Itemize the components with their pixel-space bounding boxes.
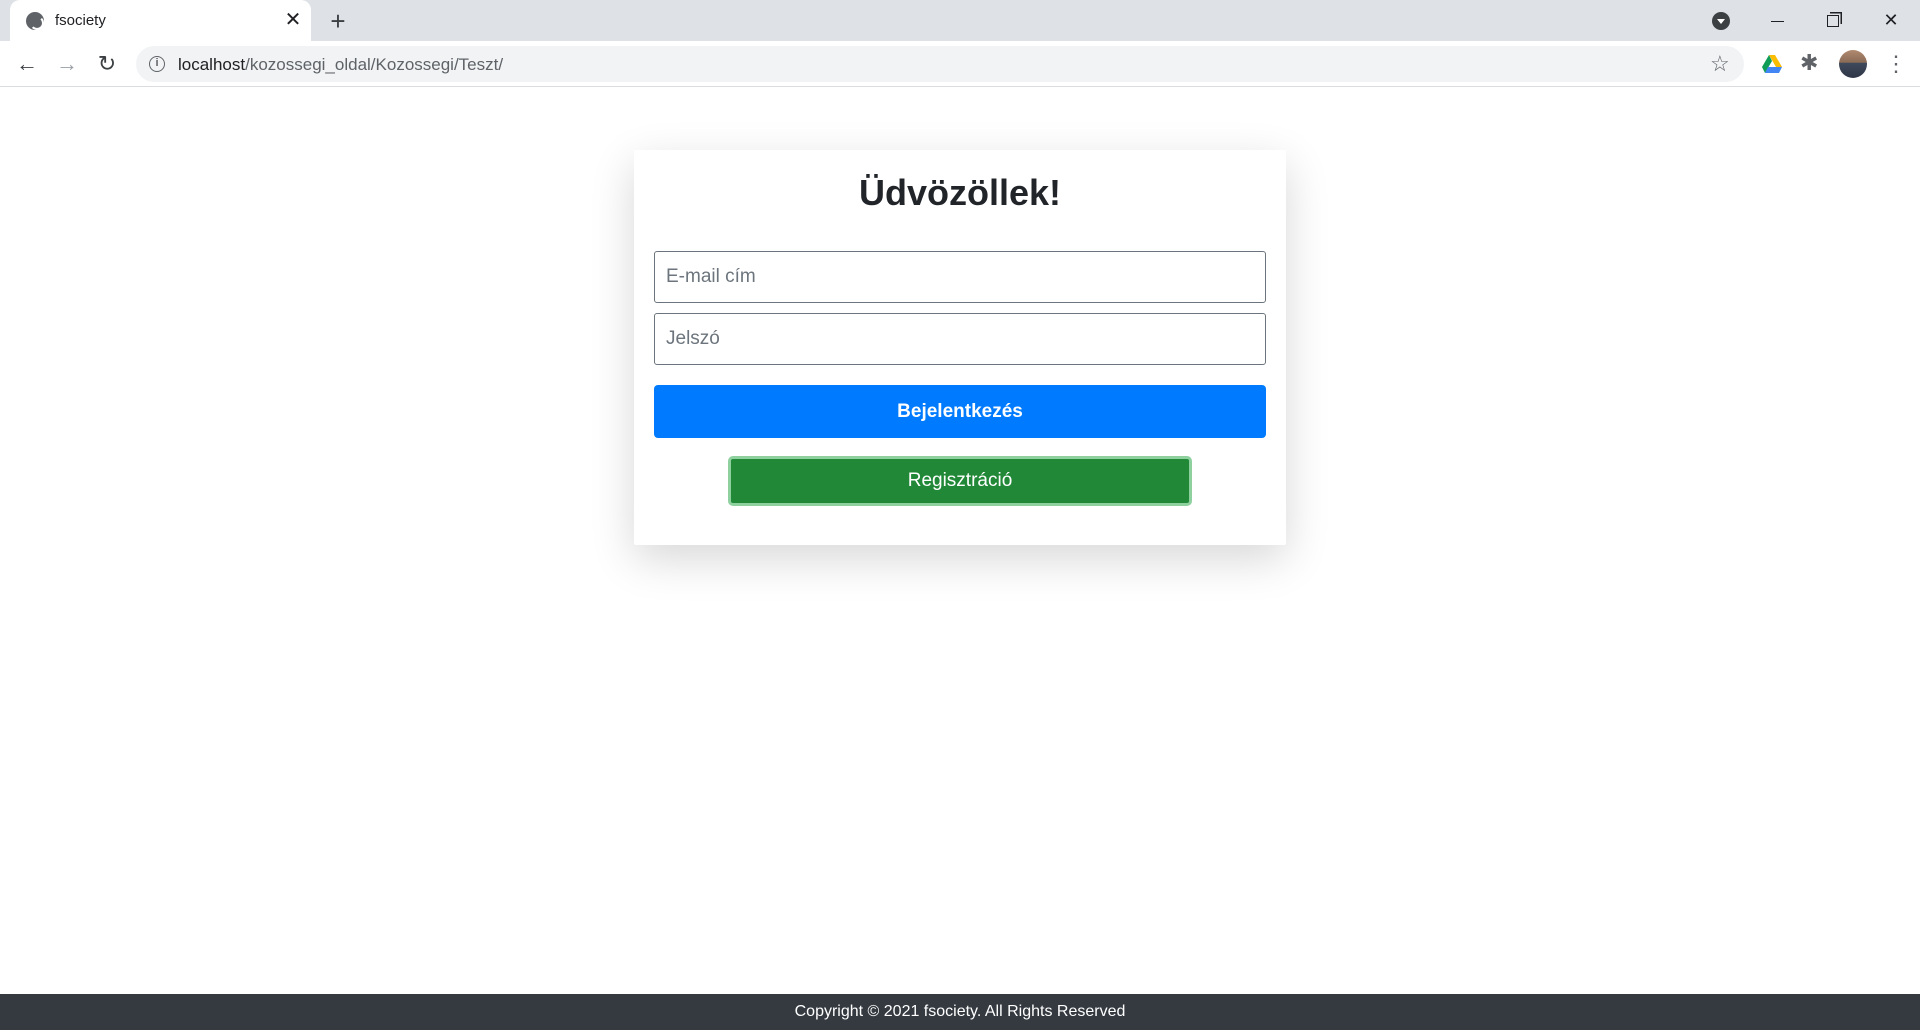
- bookmark-star-icon[interactable]: ☆: [1710, 51, 1730, 77]
- login-card: Üdvözöllek! Bejelentkezés Regisztráció: [634, 150, 1286, 545]
- browser-tab-active[interactable]: fsociety ✕: [10, 0, 311, 41]
- address-bar[interactable]: i localhost/kozossegi_oldal/Kozossegi/Te…: [136, 46, 1744, 82]
- google-drive-icon[interactable]: [1762, 55, 1782, 73]
- page-footer: Copyright © 2021 fsociety. All Rights Re…: [0, 994, 1920, 1030]
- site-info-icon[interactable]: i: [149, 56, 165, 72]
- page-title: Üdvözöllek!: [858, 172, 1062, 213]
- page-viewport: Üdvözöllek! Bejelentkezés Regisztráció C…: [0, 88, 1920, 1030]
- register-button[interactable]: Regisztráció: [728, 456, 1192, 506]
- new-tab-button[interactable]: +: [324, 7, 352, 35]
- reload-icon[interactable]: ↻: [92, 49, 122, 79]
- url-host: localhost: [178, 55, 246, 74]
- globe-icon: [26, 12, 44, 30]
- browser-toolbar: ← → ↻ i localhost/kozossegi_oldal/Kozoss…: [0, 41, 1920, 87]
- restore-icon: [1827, 15, 1839, 28]
- forward-arrow-icon[interactable]: →: [52, 49, 82, 79]
- copyright-text: Copyright © 2021 fsociety. All Rights Re…: [794, 1003, 1126, 1020]
- extensions-puzzle-icon[interactable]: ✱: [1800, 51, 1818, 75]
- login-button[interactable]: Bejelentkezés: [654, 385, 1266, 438]
- password-field[interactable]: [654, 313, 1266, 365]
- tab-title: fsociety: [55, 12, 106, 29]
- profile-avatar[interactable]: [1839, 50, 1867, 78]
- url-path: /kozossegi_oldal/Kozossegi/Teszt/: [245, 55, 504, 74]
- restore-window-button[interactable]: [1813, 5, 1853, 35]
- email-field[interactable]: [654, 251, 1266, 303]
- tab-close-icon[interactable]: ✕: [282, 9, 304, 31]
- close-window-button[interactable]: ✕: [1871, 5, 1911, 35]
- back-arrow-icon[interactable]: ←: [12, 49, 42, 79]
- url-text[interactable]: localhost/kozossegi_oldal/Kozossegi/Tesz…: [178, 55, 503, 75]
- minimize-window-button[interactable]: [1757, 5, 1797, 35]
- browser-tab-strip: fsociety ✕ + ✕: [0, 0, 1920, 41]
- minimize-icon: [1770, 20, 1784, 22]
- browser-menu-icon[interactable]: ⋮: [1885, 51, 1907, 77]
- tab-search-icon[interactable]: [1712, 12, 1730, 30]
